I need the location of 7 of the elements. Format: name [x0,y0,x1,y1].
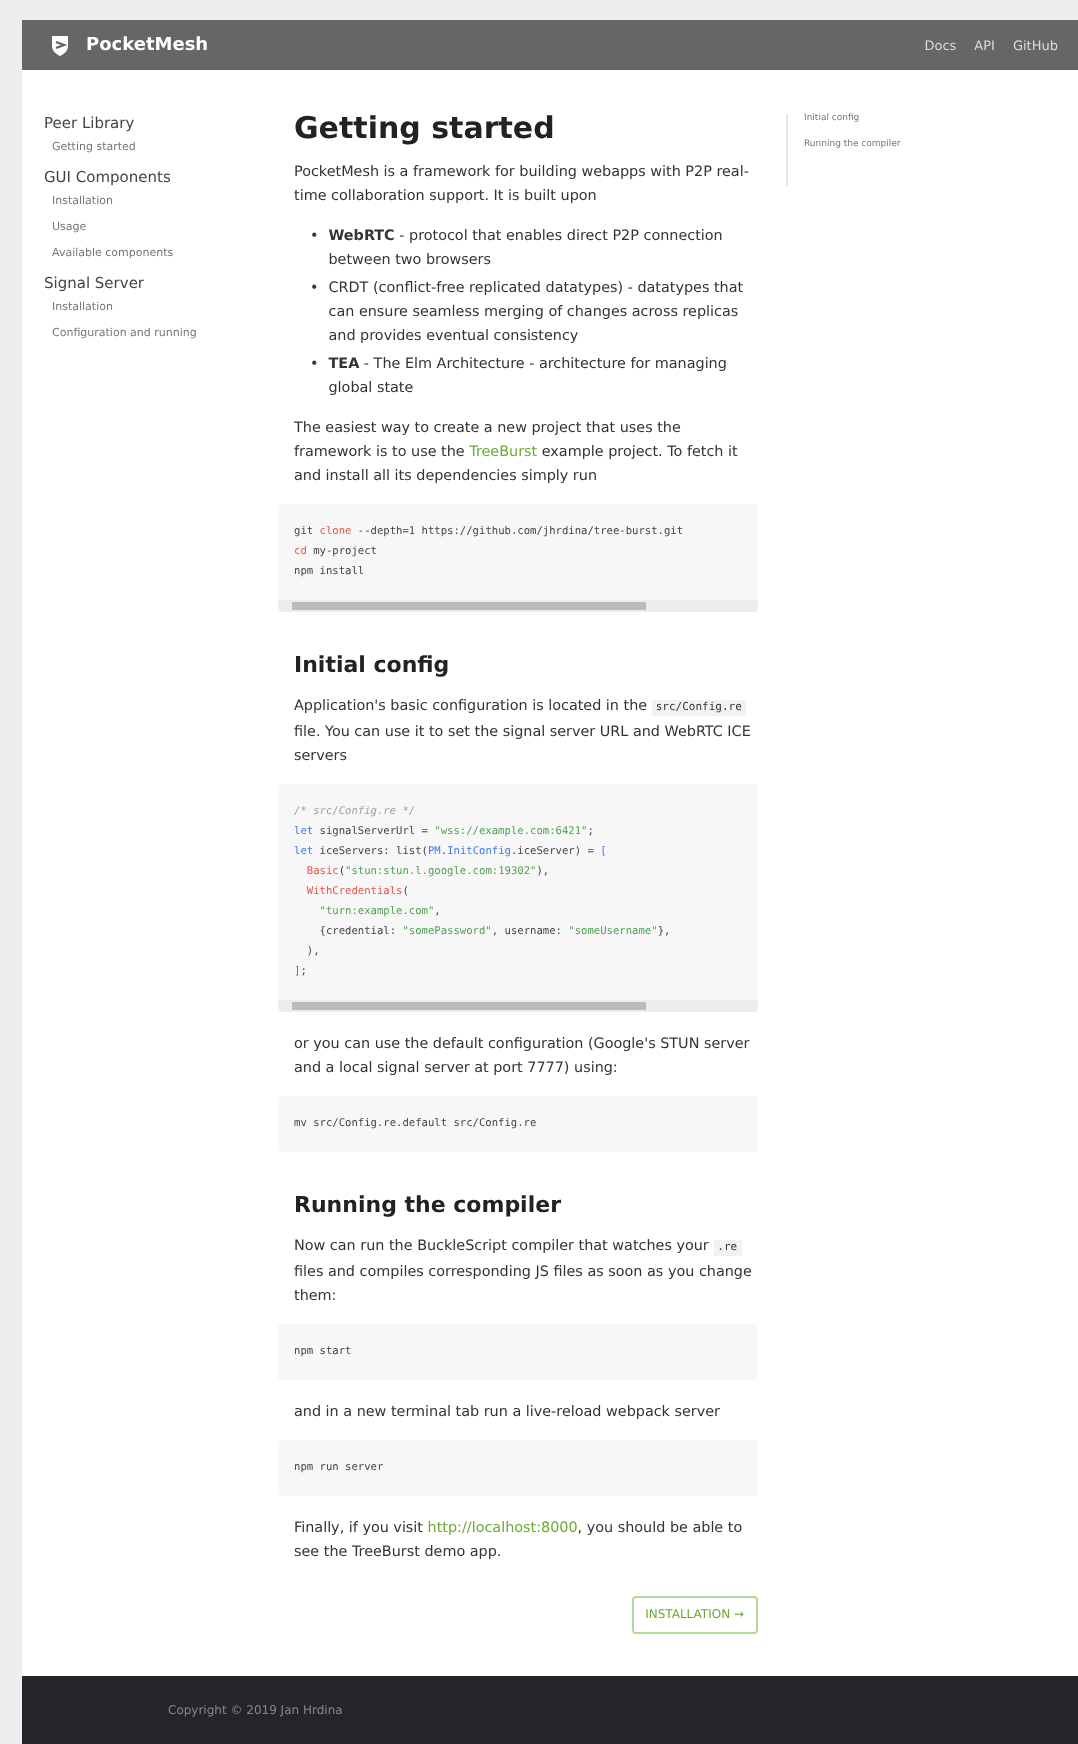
horizontal-scrollbar[interactable] [278,1000,758,1012]
section-heading: Running the compiler [294,1192,563,1218]
brand-name: PocketMesh [86,35,209,55]
section-heading: Initial config [294,652,452,678]
page-title: Getting started [294,110,557,146]
shield-logo-icon [50,34,70,56]
horizontal-scrollbar[interactable] [278,600,758,612]
